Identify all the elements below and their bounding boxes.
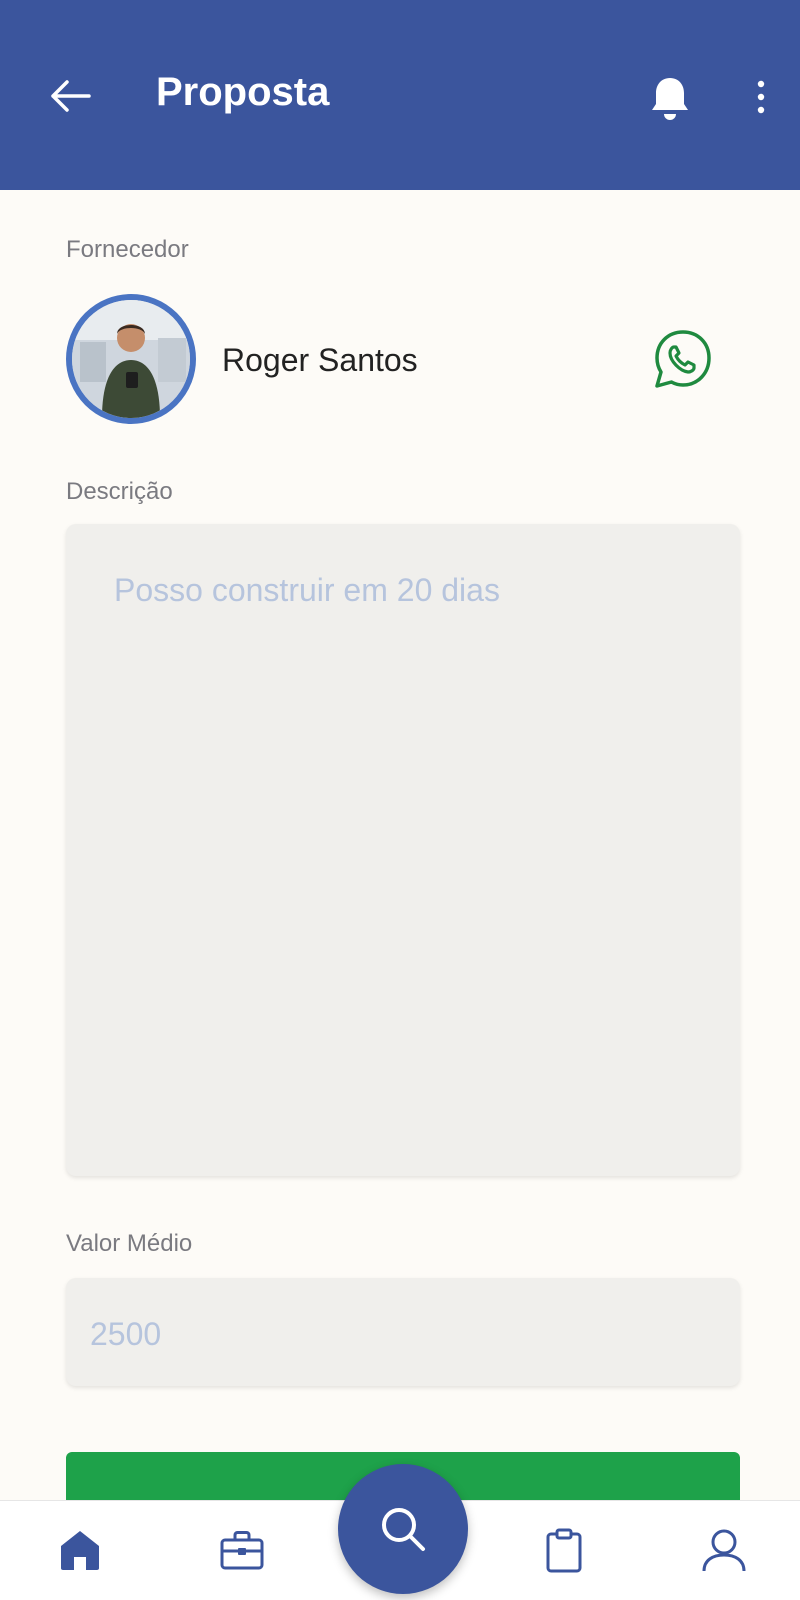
briefcase-icon bbox=[220, 1531, 264, 1570]
whatsapp-button[interactable] bbox=[652, 328, 714, 390]
user-icon bbox=[702, 1529, 746, 1572]
more-options-button[interactable] bbox=[744, 76, 778, 118]
app-bar: Proposta bbox=[0, 0, 800, 190]
supplier-label: Fornecedor bbox=[66, 236, 189, 263]
bell-icon bbox=[652, 78, 688, 120]
home-icon bbox=[61, 1531, 99, 1570]
description-placeholder: Posso construir em 20 dias bbox=[114, 572, 500, 608]
description-field[interactable]: Posso construir em 20 dias bbox=[66, 524, 740, 1176]
nav-home[interactable] bbox=[56, 1526, 104, 1574]
clipboard-icon bbox=[546, 1528, 582, 1573]
avatar bbox=[66, 294, 196, 424]
nav-jobs[interactable] bbox=[218, 1526, 266, 1574]
whatsapp-icon bbox=[655, 330, 711, 388]
nav-profile[interactable] bbox=[700, 1526, 748, 1574]
page-title: Proposta bbox=[156, 70, 330, 114]
average-value-label: Valor Médio bbox=[66, 1230, 193, 1257]
description-label: Descrição bbox=[66, 478, 173, 505]
average-value-placeholder: 2500 bbox=[90, 1316, 162, 1352]
nav-orders[interactable] bbox=[540, 1526, 588, 1574]
search-icon bbox=[382, 1508, 425, 1551]
more-vert-icon bbox=[757, 80, 765, 114]
average-value-field[interactable]: 2500 bbox=[66, 1278, 740, 1386]
profile-photo bbox=[72, 300, 190, 418]
notifications-button[interactable] bbox=[648, 74, 692, 122]
back-button[interactable] bbox=[46, 72, 94, 120]
arrow-left-icon bbox=[51, 80, 91, 112]
supplier-name: Roger Santos bbox=[222, 342, 418, 378]
nav-search-button[interactable] bbox=[338, 1464, 468, 1594]
